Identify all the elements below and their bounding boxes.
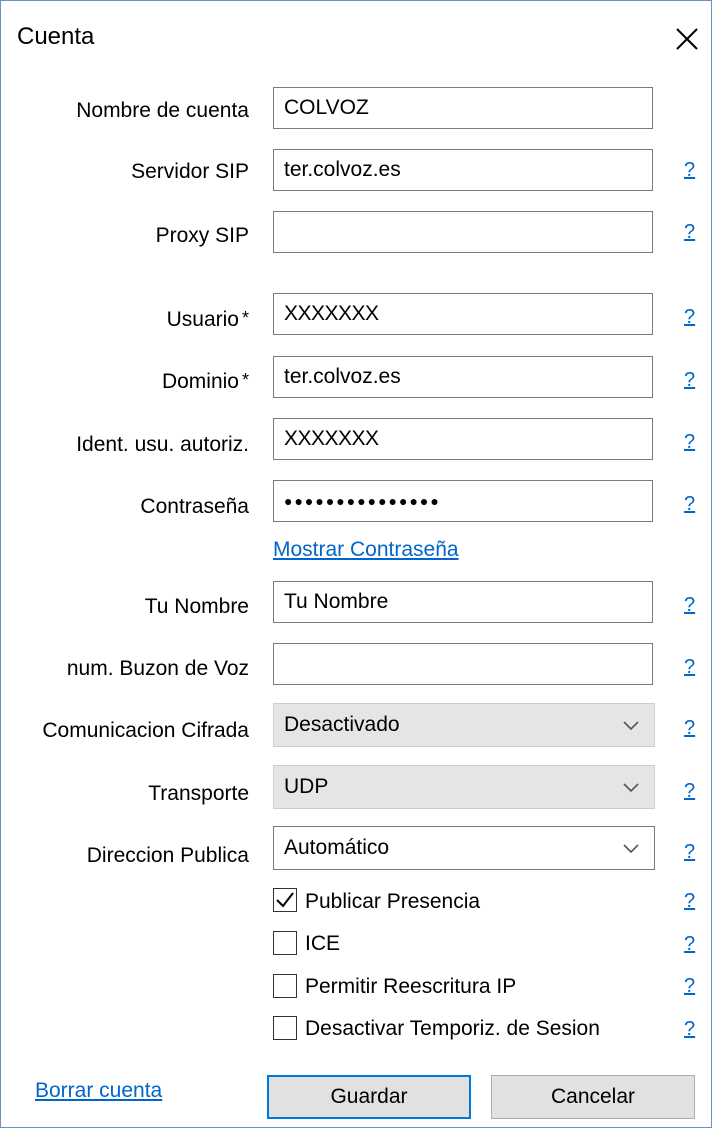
allow-ip-rewrite-help-link[interactable]: ? [684, 975, 695, 998]
public-address-help-link[interactable]: ? [684, 841, 695, 864]
disable-session-timer-help-link[interactable]: ? [684, 1018, 695, 1041]
user-input[interactable] [273, 293, 653, 335]
user-label-text: Usuario [166, 308, 239, 331]
show-password-link[interactable]: Mostrar Contraseña [273, 538, 459, 562]
auth-user-help-link[interactable]: ? [684, 431, 695, 454]
chevron-down-icon [623, 721, 639, 731]
password-help-link[interactable]: ? [684, 493, 695, 516]
sip-server-help-link[interactable]: ? [684, 159, 695, 182]
your-name-label: Tu Nombre [144, 595, 249, 618]
dialog-title: Cuenta [17, 23, 95, 50]
ice-help-link[interactable]: ? [684, 933, 695, 956]
sip-server-label: Servidor SIP [131, 160, 249, 183]
public-address-label: Direccion Publica [86, 844, 249, 867]
allow-ip-rewrite-label[interactable]: Permitir Reescritura IP [305, 975, 516, 999]
transport-label: Transporte [148, 782, 249, 805]
sip-proxy-label: Proxy SIP [155, 224, 249, 247]
password-label: Contraseña [140, 495, 249, 518]
encryption-select[interactable]: Desactivado [273, 703, 655, 747]
your-name-help-link[interactable]: ? [684, 594, 695, 617]
voicemail-input[interactable] [273, 643, 653, 685]
allow-ip-rewrite-checkbox[interactable] [273, 974, 297, 998]
disable-session-timer-label[interactable]: Desactivar Temporiz. de Sesion [305, 1017, 600, 1041]
delete-account-link[interactable]: Borrar cuenta [35, 1079, 162, 1103]
voicemail-help-link[interactable]: ? [684, 656, 695, 679]
save-button[interactable]: Guardar [267, 1075, 471, 1119]
account-name-input[interactable] [273, 87, 653, 129]
disable-session-timer-checkbox[interactable] [273, 1016, 297, 1040]
public-address-select-value: Automático [284, 836, 390, 859]
cancel-button[interactable]: Cancelar [491, 1075, 695, 1119]
transport-select-value: UDP [284, 775, 329, 798]
account-name-label: Nombre de cuenta [76, 99, 249, 122]
domain-input[interactable] [273, 356, 653, 398]
publish-presence-help-link[interactable]: ? [684, 890, 695, 913]
encryption-help-link[interactable]: ? [684, 717, 695, 740]
publish-presence-checkbox[interactable] [273, 888, 297, 912]
required-marker: * [241, 370, 249, 390]
publish-presence-label[interactable]: Publicar Presencia [305, 890, 480, 914]
sip-proxy-input[interactable] [273, 211, 653, 253]
sip-server-input[interactable] [273, 149, 653, 191]
chevron-down-icon [623, 844, 639, 854]
public-address-select[interactable]: Automático [273, 826, 655, 870]
close-icon [676, 28, 698, 50]
domain-label-text: Dominio [161, 370, 239, 393]
domain-help-link[interactable]: ? [684, 369, 695, 392]
password-input[interactable]: ●●●●●●●●●●●●●●● [273, 480, 653, 522]
transport-select[interactable]: UDP [273, 765, 655, 809]
encryption-select-value: Desactivado [284, 713, 400, 736]
required-marker: * [241, 308, 249, 328]
voicemail-label: num. Buzon de Voz [66, 657, 249, 680]
close-button[interactable] [661, 13, 709, 61]
transport-help-link[interactable]: ? [684, 780, 695, 803]
account-dialog: Cuenta Nombre de cuenta Servidor SIP ? P… [0, 0, 712, 1128]
encryption-label: Comunicacion Cifrada [42, 719, 249, 742]
title-bar: Cuenta [1, 1, 711, 79]
sip-proxy-help-link[interactable]: ? [684, 221, 695, 244]
ice-checkbox[interactable] [273, 931, 297, 955]
your-name-input[interactable] [273, 581, 653, 623]
user-label: Usuario * [167, 308, 249, 332]
checkmark-icon [276, 892, 294, 908]
chevron-down-icon [623, 783, 639, 793]
user-help-link[interactable]: ? [684, 306, 695, 329]
ice-label[interactable]: ICE [305, 932, 340, 956]
domain-label: Dominio * [162, 370, 249, 394]
auth-user-label: Ident. usu. autoriz. [76, 433, 249, 456]
auth-user-input[interactable] [273, 418, 653, 460]
